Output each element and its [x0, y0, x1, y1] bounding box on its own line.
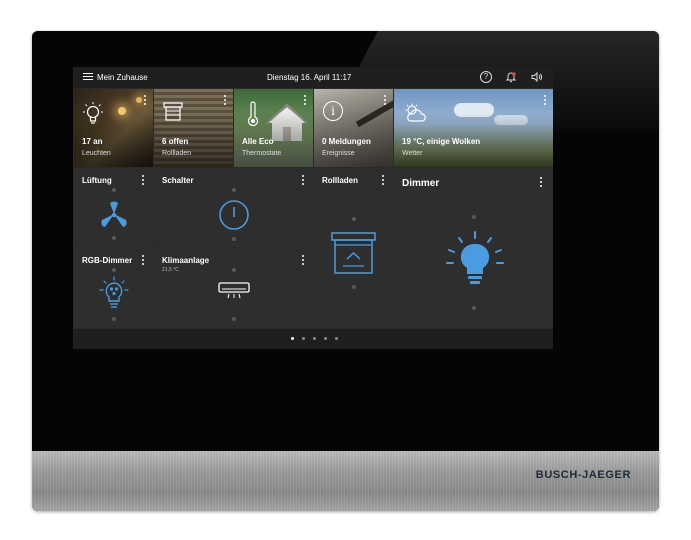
tile-title: Alle Eco	[242, 137, 274, 146]
page-dot[interactable]	[335, 337, 338, 340]
tile-lueftung[interactable]: Lüftung	[74, 168, 153, 247]
weather-icon	[405, 103, 426, 122]
menu-icon[interactable]	[83, 73, 93, 81]
tile-subtitle: Leuchten	[82, 150, 111, 157]
tile-dimmer[interactable]: Dimmer	[394, 168, 553, 328]
tile-temperature: 21,5 °C	[162, 267, 179, 273]
tile-rollladen-status[interactable]: 6 offen Rollladen	[154, 89, 233, 167]
tile-rgb-dimmer[interactable]: RGB-Dimmer	[74, 248, 153, 328]
bulb-icon	[83, 102, 103, 124]
tile-klimaanlage[interactable]: Klimaanlage 21,5 °C	[154, 248, 313, 328]
help-icon[interactable]: ?	[480, 71, 492, 83]
page-dot[interactable]	[291, 337, 294, 340]
tile-rollladen[interactable]: Rollladen	[314, 168, 393, 328]
ac-icon[interactable]	[218, 282, 250, 300]
top-bar: Mein Zuhause Dienstag 16. April 11:17 ?	[73, 67, 553, 88]
tile-wetter[interactable]: 19 °C, einige Wolken Wetter	[394, 89, 553, 167]
tile-menu-dots[interactable]	[142, 175, 145, 187]
page-indicator	[73, 329, 553, 349]
tile-title: 17 an	[82, 137, 103, 146]
tile-title: Lüftung	[82, 176, 112, 185]
display-screen: Mein Zuhause Dienstag 16. April 11:17 ? …	[73, 67, 553, 349]
help-glyph: ?	[483, 72, 489, 81]
tile-subtitle: Rollladen	[162, 150, 192, 157]
tile-title: Dimmer	[402, 178, 440, 189]
shutter-icon[interactable]	[331, 232, 376, 276]
tile-menu-dots[interactable]	[302, 175, 305, 187]
tile-menu-dots[interactable]	[382, 175, 385, 187]
tile-title: RGB-Dimmer	[82, 256, 133, 265]
page-dot[interactable]	[313, 337, 316, 340]
dimmer-bulb-icon[interactable]	[445, 230, 505, 290]
info-icon: i	[323, 101, 343, 121]
home-title[interactable]: Mein Zuhause	[97, 73, 148, 82]
bell-icon[interactable]	[505, 71, 517, 83]
tile-title: Schalter	[162, 176, 194, 185]
tile-leuchten[interactable]: 17 an Leuchten	[74, 89, 153, 167]
tile-menu-dots[interactable]	[302, 255, 305, 267]
tile-menu-dots[interactable]	[304, 95, 307, 107]
tile-schalter[interactable]: Schalter	[154, 168, 313, 247]
blind-icon	[163, 102, 183, 121]
info-glyph: i	[331, 104, 335, 118]
rgb-bulb-icon[interactable]	[98, 276, 130, 310]
thermometer-icon	[247, 101, 259, 127]
tile-thermostate[interactable]: Alle Eco Thermostate	[234, 89, 313, 167]
tile-menu-dots[interactable]	[540, 177, 543, 189]
tile-title: Klimaanlage	[162, 256, 210, 265]
page-dot[interactable]	[302, 337, 305, 340]
tile-title: 19 °C, einige Wolken	[402, 137, 481, 146]
speaker-icon[interactable]	[531, 71, 543, 83]
steel-bar: BUSCH-JAEGER	[32, 451, 659, 511]
tile-title: 0 Meldungen	[322, 137, 371, 146]
brand-logo: BUSCH-JAEGER	[535, 469, 631, 481]
tile-menu-dots[interactable]	[144, 95, 147, 107]
fan-icon	[101, 201, 127, 227]
tile-menu-dots[interactable]	[544, 95, 547, 107]
tile-subtitle: Thermostate	[242, 150, 282, 157]
tile-menu-dots[interactable]	[142, 255, 145, 267]
tile-menu-dots[interactable]	[384, 95, 387, 107]
date-time: Dienstag 16. April 11:17	[267, 73, 352, 82]
power-icon[interactable]	[218, 199, 250, 231]
tile-subtitle: Wetter	[402, 150, 423, 157]
tile-title: 6 offen	[162, 137, 189, 146]
tile-subtitle: Ereignisse	[322, 150, 355, 157]
page-dot[interactable]	[324, 337, 327, 340]
tile-ereignisse[interactable]: i 0 Meldungen Ereignisse	[314, 89, 393, 167]
tile-title: Rollladen	[322, 176, 359, 185]
tile-menu-dots[interactable]	[224, 95, 227, 107]
